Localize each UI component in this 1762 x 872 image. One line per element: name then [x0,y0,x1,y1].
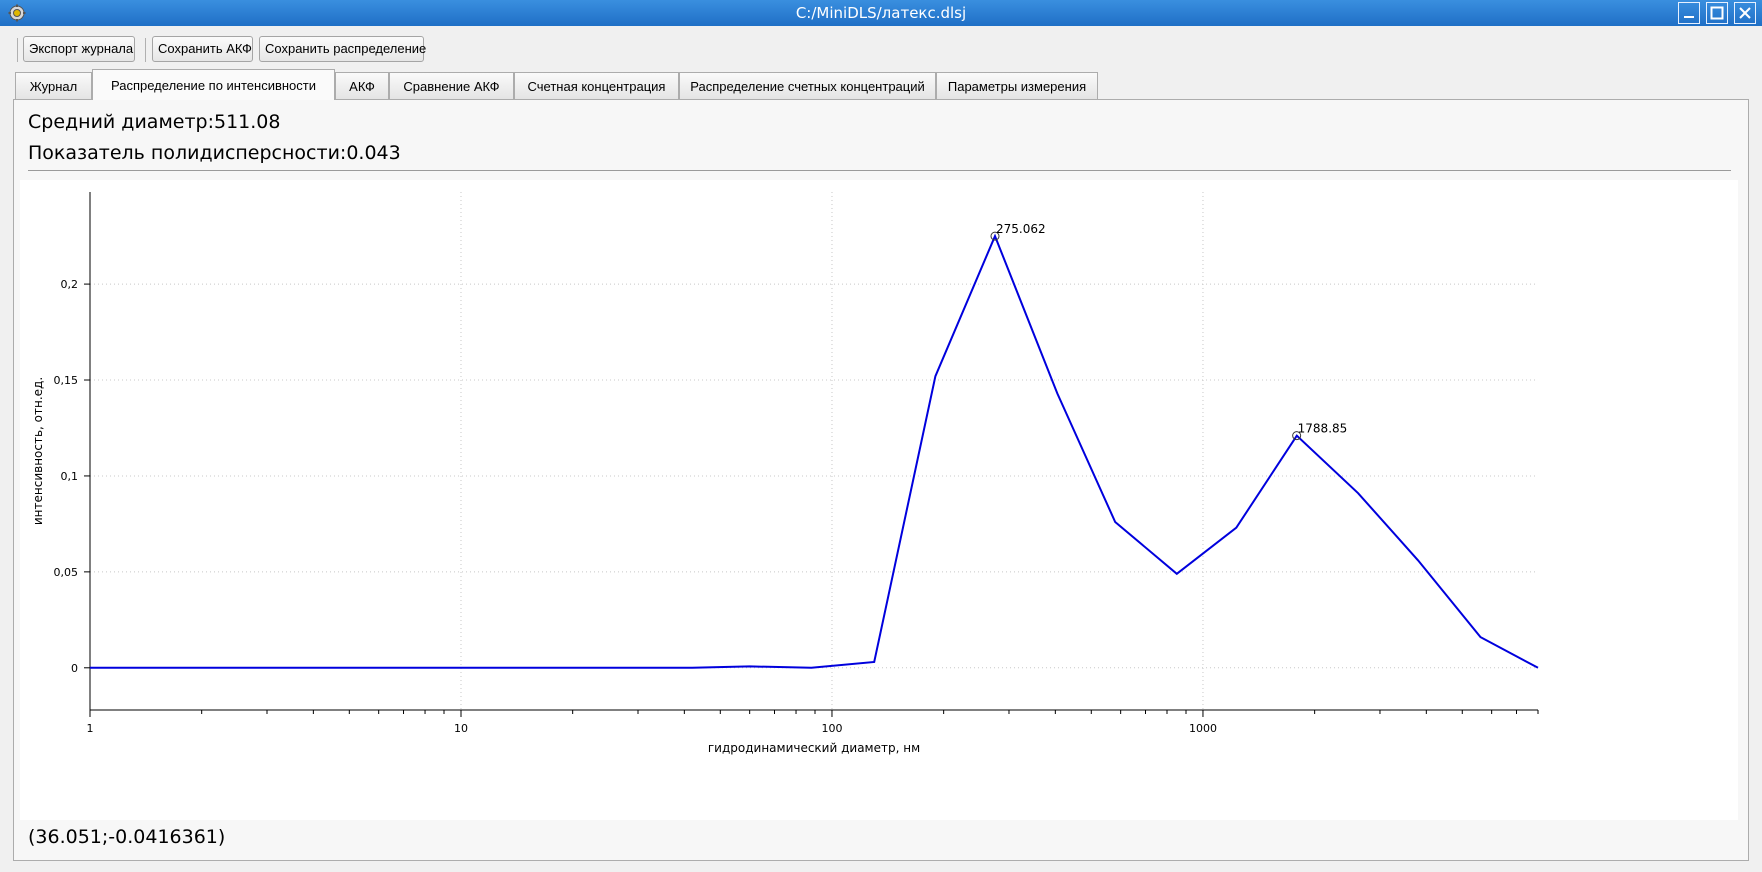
peak-label: 1788.85 [1298,422,1348,436]
y-axis-label: интенсивность, отн.ед. [31,377,45,525]
peak-label: 275.062 [996,222,1046,236]
y-tick-label: 0,2 [61,278,79,291]
tab-count-concentration[interactable]: Счетная концентрация [514,72,679,99]
x-axis-label: гидродинамический диаметр, нм [708,741,920,755]
x-tick-label: 1 [87,722,94,735]
tab-intensity-distribution[interactable]: Распределение по интенсивности [92,69,335,100]
tab-journal[interactable]: Журнал [15,72,92,99]
intensity-distribution-chart[interactable]: 1 10 100 1000 0 0,05 0,1 0,15 0,2 275.062 1788.85… [20,180,1738,820]
maximize-icon [1710,6,1724,20]
y-tick-label: 0 [71,662,78,675]
x-tick-label: 10 [454,722,468,735]
x-tick-label: 100 [821,722,842,735]
divider [28,170,1731,171]
chart-canvas[interactable]: 1 10 100 1000 0 0,05 0,1 0,15 0,2 275.062 1788.85… [20,180,1738,820]
tab-acf[interactable]: АКФ [335,72,389,99]
maximize-button[interactable] [1706,2,1728,24]
minimize-button[interactable] [1678,2,1700,24]
series-line [90,233,1539,669]
minimize-icon [1684,16,1694,18]
tab-count-concentration-distribution[interactable]: Распределение счетных концентраций [679,72,936,99]
y-tick-label: 0,05 [54,566,79,579]
mean-diameter-label: Средний диаметр:511.08 [28,111,281,133]
close-icon [1739,7,1751,19]
save-acf-button[interactable]: Сохранить АКФ [152,36,253,62]
export-log-button[interactable]: Экспорт журнала [23,36,135,62]
close-button[interactable] [1734,2,1756,24]
pdi-label: Показатель полидисперсности:0.043 [28,142,401,164]
save-distribution-button[interactable]: Сохранить распределение [259,36,426,62]
title-bar: C:/MiniDLS/латекс.dlsj [0,0,1762,26]
window-title: C:/MiniDLS/латекс.dlsj [795,4,967,22]
toolbar-separator [17,38,18,62]
tab-measurement-parameters[interactable]: Параметры измерения [936,72,1098,99]
y-tick-label: 0,1 [61,470,79,483]
cursor-coordinates: (36.051;-0.0416361) [28,826,226,848]
toolbar-separator [145,38,146,62]
tab-acf-comparison[interactable]: Сравнение АКФ [389,72,514,99]
y-tick-label: 0,15 [54,374,79,387]
x-tick-label: 1000 [1189,722,1217,735]
